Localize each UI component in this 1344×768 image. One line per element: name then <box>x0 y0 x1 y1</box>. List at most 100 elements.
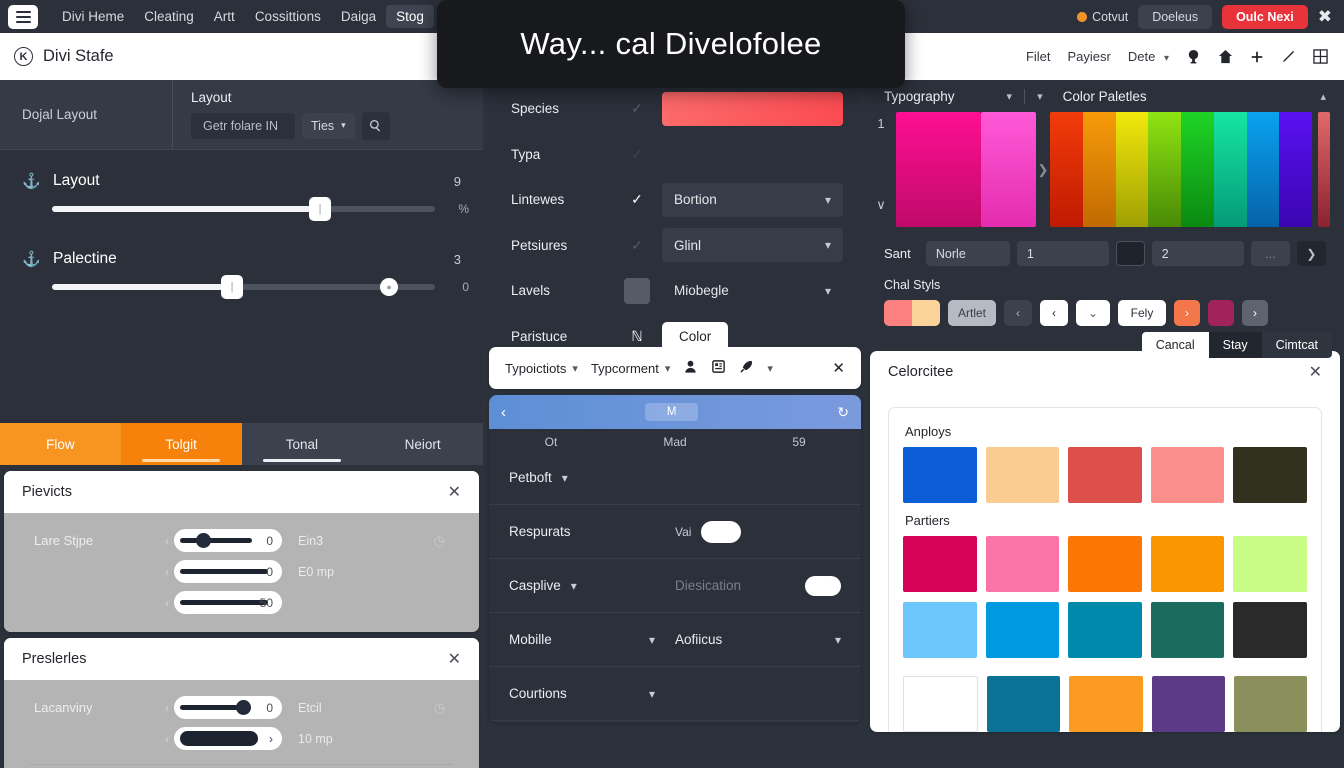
palette-rainbow[interactable] <box>1050 112 1312 227</box>
tab-tolgit[interactable]: Tolgit <box>120 423 242 465</box>
chevron-right-icon[interactable]: ❯ <box>1036 112 1050 227</box>
color-box[interactable] <box>1115 241 1145 266</box>
chevron-left-icon[interactable]: ‹ <box>501 404 506 421</box>
slider-pill[interactable]: 0 <box>174 529 282 552</box>
subheader-link-payiesr[interactable]: Payiesr <box>1068 49 1111 64</box>
palette-edge-swatch[interactable] <box>1318 112 1330 227</box>
close-icon[interactable]: ✕ <box>448 482 461 502</box>
color-swatch[interactable] <box>1068 536 1142 592</box>
close-icon[interactable]: ✕ <box>448 649 461 669</box>
chevron-left-icon[interactable]: ‹ <box>160 732 174 746</box>
slider-knob[interactable]: | <box>309 197 332 221</box>
hamburger-icon[interactable] <box>8 4 38 29</box>
chevron-left-icon[interactable]: ‹ <box>160 701 174 715</box>
color-swatch-red[interactable] <box>662 91 843 126</box>
search-input[interactable]: Getr folare IN <box>191 112 295 139</box>
field-dots[interactable]: ... <box>1250 241 1290 266</box>
chevron-up-icon[interactable]: ▴ <box>1320 90 1326 103</box>
color-swatch[interactable] <box>985 536 1060 592</box>
chevron-right-icon[interactable]: ❯ <box>1296 241 1326 266</box>
chip-next-gray[interactable]: › <box>1242 300 1268 326</box>
slider-pill[interactable]: 50 <box>174 591 282 614</box>
color-swatch[interactable] <box>903 447 977 503</box>
chevron-left-icon[interactable]: ‹ <box>160 596 174 610</box>
color-swatch[interactable] <box>1233 602 1307 658</box>
subheader-link-filet[interactable]: Filet <box>1026 49 1051 64</box>
nav-item-3[interactable]: Cossittions <box>245 5 331 28</box>
slider-knob-2b[interactable]: ● <box>380 278 399 296</box>
lamp-icon[interactable] <box>1186 49 1201 64</box>
chip-chevron-down[interactable]: ⌄ <box>1076 300 1110 326</box>
color-swatch[interactable] <box>987 676 1061 732</box>
grid-icon[interactable] <box>1313 49 1328 64</box>
color-swatch[interactable] <box>1068 602 1142 658</box>
color-swatch[interactable] <box>903 676 979 732</box>
field-two[interactable]: 2 <box>1151 241 1244 266</box>
color-swatch[interactable] <box>1069 676 1143 732</box>
rocket-icon[interactable] <box>739 359 754 378</box>
close-icon[interactable]: ✕ <box>1309 362 1322 382</box>
chevron-left-icon[interactable]: ‹ <box>160 534 174 548</box>
slider-track-layout[interactable]: | % <box>52 197 469 221</box>
chip-gradient[interactable] <box>884 300 940 326</box>
checkmark-icon[interactable]: ✓ <box>624 232 650 258</box>
subheader-select-dete[interactable]: Dete ▾ <box>1128 49 1169 64</box>
color-button[interactable]: Color <box>662 321 729 351</box>
chevron-down-icon[interactable]: ▾ <box>767 362 773 375</box>
chevron-down-icon[interactable]: ∨ <box>876 197 886 213</box>
color-swatch[interactable] <box>1150 602 1225 658</box>
pencil-icon[interactable] <box>1281 49 1296 64</box>
chip-artlet[interactable]: Artlet <box>948 300 996 326</box>
stay-button[interactable]: Stay <box>1208 332 1262 358</box>
chip-magenta[interactable] <box>1208 300 1234 326</box>
clock-icon[interactable]: ◷ <box>434 700 463 716</box>
chevron-right-icon[interactable]: › <box>269 732 273 746</box>
color-swatch[interactable] <box>1151 676 1225 732</box>
tab-tonal[interactable]: Tonal <box>241 423 363 465</box>
toolbar-typcorment[interactable]: Typcorment ▾ <box>591 361 670 376</box>
color-swatch[interactable] <box>985 447 1060 503</box>
building-icon[interactable] <box>711 359 726 378</box>
color-swatch[interactable] <box>1150 447 1225 503</box>
color-swatch[interactable] <box>1233 447 1307 503</box>
field-one[interactable]: 1 <box>1016 241 1109 266</box>
primary-red-button[interactable]: Oulc Nexi <box>1222 4 1308 29</box>
toolbar-typoictiots[interactable]: Typoictiots ▾ <box>505 361 578 376</box>
close-icon[interactable]: ✕ <box>832 359 845 377</box>
dropdown-petboft[interactable]: Petboft ▾ <box>509 470 675 485</box>
clock-icon[interactable]: ◷ <box>434 533 463 549</box>
dropdown-glinl[interactable]: Glinl ▾ <box>662 228 843 263</box>
color-swatch[interactable] <box>1233 676 1308 732</box>
pill-knob[interactable] <box>196 533 211 548</box>
search-icon[interactable] <box>361 111 390 140</box>
chevron-down-icon-2[interactable]: ▾ <box>1037 90 1043 103</box>
dropdown-miobegle[interactable]: Miobegle ▾ <box>662 274 843 308</box>
ties-select[interactable]: Ties ▾ <box>302 112 355 139</box>
chip-prev[interactable]: ‹ <box>1004 300 1032 326</box>
nav-item-0[interactable]: Divi Heme <box>52 5 134 28</box>
panel-chip[interactable]: M <box>644 403 699 421</box>
chip-prev-white[interactable]: ‹ <box>1040 300 1068 326</box>
slider-pill[interactable]: 0 <box>174 696 282 719</box>
tab-neiort[interactable]: Neiort <box>362 423 483 465</box>
dropdown-casplive[interactable]: Casplive ▾ <box>509 578 675 593</box>
checkmark-icon[interactable]: ✓ <box>624 187 650 213</box>
slider-knob-2a[interactable]: | <box>221 275 243 299</box>
ghost-button[interactable]: Doeleus <box>1138 4 1213 29</box>
toggle-switch-diesication[interactable] <box>805 575 841 596</box>
cimtcat-button[interactable]: Cimtcat <box>1261 332 1332 358</box>
chevron-down-icon[interactable]: ▾ <box>1007 90 1013 103</box>
refresh-icon[interactable]: ↻ <box>837 404 849 421</box>
home-icon[interactable] <box>1218 49 1233 64</box>
checkmark-icon[interactable]: ✓ <box>624 141 650 167</box>
plus-icon[interactable] <box>1250 50 1264 64</box>
nav-item-1[interactable]: Cleating <box>134 5 204 28</box>
checkmark-icon[interactable]: ✓ <box>624 96 650 122</box>
fill-pill[interactable]: › <box>174 727 282 750</box>
sparkle-icon[interactable]: ℕ <box>624 323 650 349</box>
palette-swatch-magenta[interactable] <box>896 112 981 227</box>
dropdown-aofiicus[interactable]: Aofiicus ▾ <box>675 632 841 647</box>
tab-flow[interactable]: Flow <box>0 423 121 465</box>
chip-fely[interactable]: Fely <box>1118 300 1166 326</box>
checkbox-icon[interactable] <box>624 277 650 304</box>
